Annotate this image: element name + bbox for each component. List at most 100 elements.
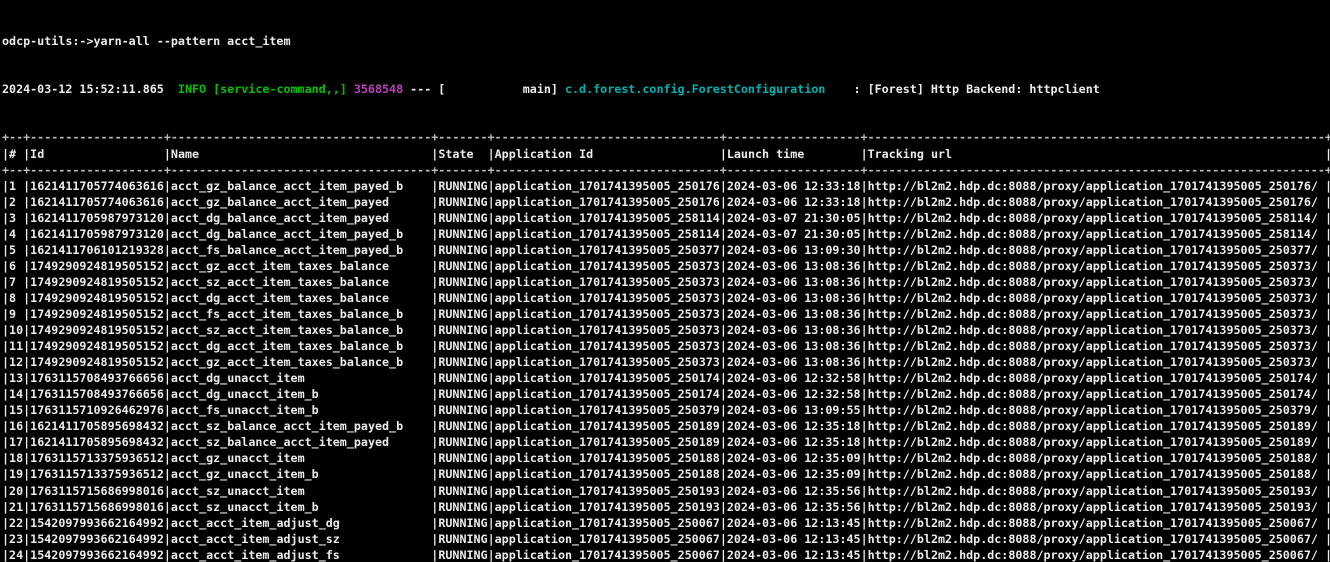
table-row: |19|1763115713375936512|acct_gz_unacct_i… (2, 466, 1330, 482)
cell-id: 1763115713375936512 (30, 467, 164, 481)
pipe: | (2, 227, 9, 241)
pipe: | (1325, 548, 1330, 562)
pipe: | (2, 451, 9, 465)
cell-name: acct_gz_balance_acct_item_payed (171, 195, 431, 209)
pipe: | (488, 291, 495, 305)
cell-tracking-url: http://bl2m2.hdp.dc:8088/proxy/applicati… (868, 355, 1325, 369)
pipe: | (720, 532, 727, 546)
pipe: | (861, 339, 868, 353)
cell-tracking-url: http://bl2m2.hdp.dc:8088/proxy/applicati… (868, 323, 1325, 337)
pipe: | (861, 227, 868, 241)
pipe: | (488, 323, 495, 337)
pipe: | (720, 227, 727, 241)
cell-launch-time: 2024-03-06 12:13:45 (727, 548, 861, 562)
pipe: | (861, 323, 868, 337)
cell-launch-time: 2024-03-06 12:33:18 (727, 195, 861, 209)
cell-launch-time: 2024-03-06 12:32:58 (727, 371, 861, 385)
command-text: yarn-all --pattern acct_item (93, 34, 290, 48)
pipe: | (488, 147, 495, 161)
cell-application-id: application_1701741395005_250373 (495, 355, 720, 369)
pipe: | (488, 532, 495, 546)
pipe: | (861, 259, 868, 273)
cell-tracking-url: http://bl2m2.hdp.dc:8088/proxy/applicati… (868, 516, 1325, 530)
shell-prompt: odcp-utils:-> (2, 34, 93, 48)
cell-state: RUNNING (438, 355, 487, 369)
pipe: | (164, 227, 171, 241)
pipe: | (2, 371, 9, 385)
cell-application-id: application_1701741395005_250373 (495, 307, 720, 321)
pipe: | (2, 532, 9, 546)
cell-launch-time: 2024-03-06 13:08:36 (727, 259, 861, 273)
cell-name: acct_gz_acct_item_taxes_balance (171, 259, 431, 273)
pipe: | (1325, 355, 1330, 369)
cell-state: RUNNING (438, 371, 487, 385)
pipe: | (720, 419, 727, 433)
pipe: | (488, 403, 495, 417)
pipe: | (720, 516, 727, 530)
cell-tracking-url: http://bl2m2.hdp.dc:8088/proxy/applicati… (868, 435, 1325, 449)
cell-launch-time: 2024-03-06 13:08:36 (727, 307, 861, 321)
pipe: | (488, 419, 495, 433)
pipe: | (2, 403, 9, 417)
terminal[interactable]: odcp-utils:->yarn-all --pattern acct_ite… (0, 0, 1330, 562)
pipe: | (488, 355, 495, 369)
cell-row-number: 22 (9, 516, 23, 530)
cell-application-id: application_1701741395005_250176 (495, 179, 720, 193)
pipe: | (488, 484, 495, 498)
pipe: | (488, 275, 495, 289)
cell-row-number: 19 (9, 467, 23, 481)
cell-row-number: 9 (9, 307, 23, 321)
pipe: | (861, 371, 868, 385)
cell-launch-time: 2024-03-07 21:30:05 (727, 227, 861, 241)
table-row: |11|1749290924819505152|acct_dg_acct_ite… (2, 338, 1330, 354)
log-message: [Forest] Http Backend: httpclient (868, 82, 1100, 96)
cell-id: 1621411705987973120 (30, 227, 164, 241)
cell-application-id: application_1701741395005_250067 (495, 548, 720, 562)
cell-launch-time: 2024-03-06 13:09:55 (727, 403, 861, 417)
cell-id: 1621411706101219328 (30, 243, 164, 257)
cell-state: RUNNING (438, 291, 487, 305)
cell-launch-time: 2024-03-06 13:09:30 (727, 243, 861, 257)
cell-name: acct_fs_unacct_item_b (171, 403, 431, 417)
cell-row-number: 7 (9, 275, 23, 289)
cell-name: acct_gz_balance_acct_item_payed_b (171, 179, 431, 193)
table-border-line: +--+-------------------+----------------… (2, 130, 1330, 144)
pipe: | (488, 371, 495, 385)
pipe: | (720, 548, 727, 562)
cell-name: acct_fs_balance_acct_item_payed_b (171, 243, 431, 257)
pipe: | (1325, 195, 1330, 209)
col-header-state: State (438, 147, 487, 161)
cell-id: 1763115708493766656 (30, 371, 164, 385)
cell-state: RUNNING (438, 500, 487, 514)
pipe: | (861, 419, 868, 433)
pipe: | (1325, 259, 1330, 273)
cell-application-id: application_1701741395005_250188 (495, 467, 720, 481)
cell-tracking-url: http://bl2m2.hdp.dc:8088/proxy/applicati… (868, 484, 1325, 498)
pipe: | (488, 451, 495, 465)
cell-row-number: 6 (9, 259, 23, 273)
cell-id: 1763115710926462976 (30, 403, 164, 417)
pipe: | (164, 195, 171, 209)
table-row: |13|1763115708493766656|acct_dg_unacct_i… (2, 370, 1330, 386)
table-header-row: |# |Id |Name |State |Application Id |Lau… (2, 146, 1330, 162)
cell-row-number: 18 (9, 451, 23, 465)
pipe: | (1325, 147, 1330, 161)
pipe: | (164, 451, 171, 465)
pipe: | (720, 500, 727, 514)
cell-tracking-url: http://bl2m2.hdp.dc:8088/proxy/applicati… (868, 259, 1325, 273)
pipe: | (720, 211, 727, 225)
pipe: | (164, 323, 171, 337)
pipe: | (2, 323, 9, 337)
pipe: | (720, 307, 727, 321)
cell-id: 1749290924819505152 (30, 323, 164, 337)
cell-application-id: application_1701741395005_250193 (495, 484, 720, 498)
cell-tracking-url: http://bl2m2.hdp.dc:8088/proxy/applicati… (868, 371, 1325, 385)
table-row: |3 |1621411705987973120|acct_dg_balance_… (2, 210, 1330, 226)
cell-launch-time: 2024-03-07 21:30:05 (727, 211, 861, 225)
pipe: | (2, 419, 9, 433)
cell-id: 1542097993662164992 (30, 516, 164, 530)
cell-name: acct_sz_balance_acct_item_payed (171, 435, 431, 449)
cell-id: 1621411705774063616 (30, 195, 164, 209)
cell-name: acct_gz_unacct_item_b (171, 467, 431, 481)
yarn-application-table: +--+-------------------+----------------… (2, 129, 1330, 562)
